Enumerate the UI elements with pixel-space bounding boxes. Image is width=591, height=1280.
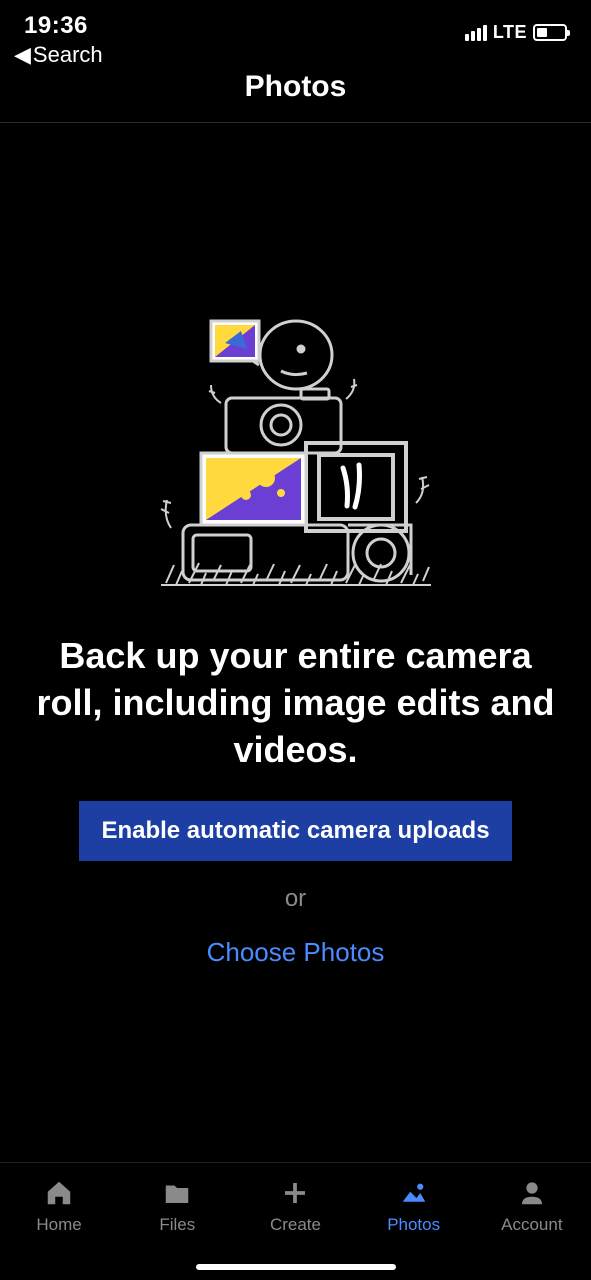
- tab-label: Files: [159, 1215, 195, 1235]
- promo-text: Back up your entire camera roll, includi…: [0, 633, 591, 773]
- camera-pile-illustration: [151, 303, 441, 603]
- home-icon: [43, 1177, 75, 1209]
- enable-uploads-button[interactable]: Enable automatic camera uploads: [79, 801, 511, 861]
- tab-label: Account: [501, 1215, 562, 1235]
- tab-label: Home: [36, 1215, 81, 1235]
- account-icon: [516, 1177, 548, 1209]
- photos-icon: [398, 1177, 430, 1209]
- battery-icon: [533, 24, 567, 41]
- signal-icon: [465, 25, 487, 41]
- network-type: LTE: [493, 22, 527, 43]
- tab-files[interactable]: Files: [132, 1177, 222, 1235]
- or-divider: or: [285, 885, 306, 913]
- tab-label: Photos: [387, 1215, 440, 1235]
- tab-label: Create: [270, 1215, 321, 1235]
- home-indicator[interactable]: [196, 1264, 396, 1270]
- main-content: Back up your entire camera roll, includi…: [0, 123, 591, 968]
- status-time: 19:36: [24, 12, 103, 40]
- tab-create[interactable]: Create: [250, 1177, 340, 1235]
- folder-icon: [161, 1177, 193, 1209]
- status-bar: 19:36 ◀ Search LTE: [0, 0, 591, 48]
- status-left: 19:36 ◀ Search: [24, 12, 103, 68]
- tab-home[interactable]: Home: [14, 1177, 104, 1235]
- status-right: LTE: [465, 12, 567, 43]
- plus-icon: [279, 1177, 311, 1209]
- tab-photos[interactable]: Photos: [369, 1177, 459, 1235]
- back-chevron-icon: ◀: [14, 42, 31, 68]
- choose-photos-link[interactable]: Choose Photos: [207, 937, 385, 968]
- back-to-search[interactable]: ◀ Search: [14, 42, 103, 68]
- page-title: Photos: [0, 70, 591, 104]
- back-label: Search: [33, 42, 103, 68]
- tab-account[interactable]: Account: [487, 1177, 577, 1235]
- bottom-tabbar: Home Files Create Photos: [0, 1162, 591, 1280]
